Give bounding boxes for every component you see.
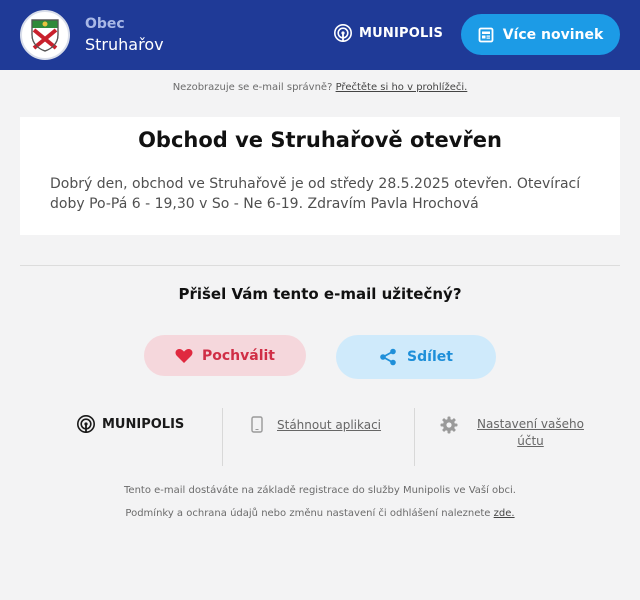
share-button[interactable]: Sdílet [336, 335, 496, 379]
message-card: Obchod ve Struhařově otevřen Dobrý den, … [20, 117, 620, 235]
message-body: Dobrý den, obchod ve Struhařově je od st… [50, 176, 581, 212]
munipolis-signal-icon [334, 24, 352, 42]
footer-app-column: Stáhnout aplikaci [222, 408, 414, 466]
share-label: Sdílet [407, 349, 453, 365]
municipality-crest-icon[interactable] [20, 10, 70, 60]
message-title: Obchod ve Struhařově otevřen [138, 128, 502, 152]
account-settings-link[interactable]: Nastavení vašeho účtu [440, 416, 610, 450]
organization-kicker: Obec [85, 16, 125, 32]
brand-name: MUNIPOLIS [359, 25, 444, 41]
share-icon [380, 348, 396, 366]
terms-text: Podmínky a ochrana údajů nebo změnu nast… [125, 508, 491, 519]
view-in-browser-link[interactable]: Přečtěte si ho v prohlížeči. [336, 82, 468, 93]
footer-brand-name: MUNIPOLIS [102, 416, 185, 432]
praise-label: Pochválit [201, 347, 275, 364]
news-icon [478, 27, 494, 42]
heart-icon [175, 348, 193, 363]
account-settings-label: Nastavení vašeho účtu [477, 417, 584, 448]
phone-icon [251, 416, 263, 433]
footer-links: MUNIPOLIS Stáhnout aplikaci Nastavení va… [20, 408, 620, 466]
terms-link[interactable]: zde. [494, 508, 515, 519]
praise-button[interactable]: Pochválit [144, 335, 306, 376]
footer-brand-column: MUNIPOLIS [20, 408, 222, 466]
terms-notice: Podmínky a ochrana údajů nebo změnu nast… [0, 508, 640, 519]
more-news-label: Více novinek [502, 26, 604, 43]
munipolis-signal-icon [77, 415, 95, 433]
email-header: Obec Struhařov MUNIPOLIS Více novinek [0, 0, 640, 70]
preheader: Nezobrazuje se e-mail správně? Přečtěte … [0, 82, 640, 93]
munipolis-footer-logo[interactable]: MUNIPOLIS [76, 414, 184, 434]
feedback-question: Přišel Vám tento e-mail užitečný? [178, 285, 462, 303]
download-app-link[interactable]: Stáhnout aplikaci [251, 416, 381, 433]
organization-name: Struhařov [85, 35, 164, 54]
download-app-label: Stáhnout aplikaci [277, 417, 382, 432]
registration-notice: Tento e-mail dostáváte na základě regist… [124, 485, 516, 496]
gear-icon [440, 416, 458, 434]
divider [20, 265, 620, 266]
preheader-text: Nezobrazuje se e-mail správně? [172, 82, 333, 93]
footer-settings-column: Nastavení vašeho účtu [414, 408, 620, 466]
munipolis-logo[interactable]: MUNIPOLIS [333, 23, 443, 43]
more-news-button[interactable]: Více novinek [461, 14, 620, 55]
